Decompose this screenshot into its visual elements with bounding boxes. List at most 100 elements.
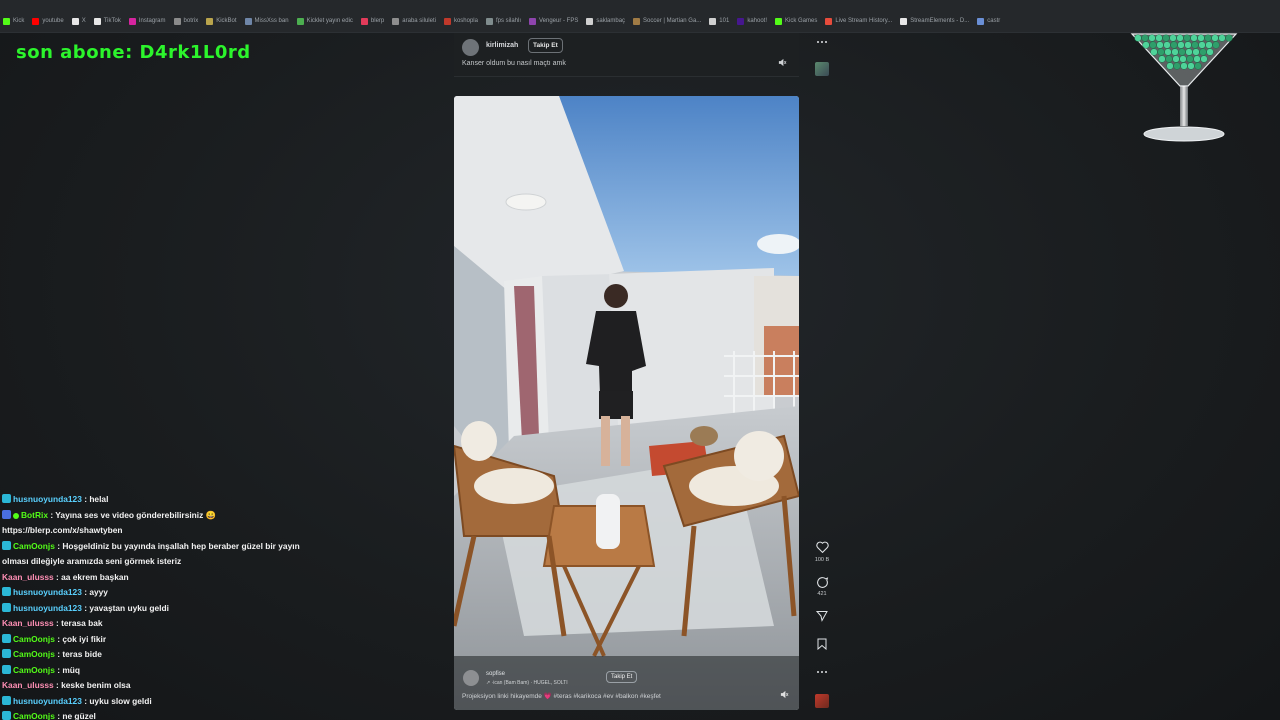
bookmark-favicon-icon xyxy=(709,17,717,25)
chat-text: : Yayına ses ve video gönderebilirsiniz … xyxy=(48,509,217,520)
bookmark-item[interactable]: youtube xyxy=(29,15,68,27)
bookmark-favicon-icon xyxy=(32,17,40,25)
bookmark-item[interactable]: Kicklet yayın edic xyxy=(294,15,358,27)
bookmark-item[interactable]: castr xyxy=(974,15,1005,27)
chat-username[interactable]: CamOonjs xyxy=(13,665,55,675)
chat-username[interactable]: husnuoyunda123 xyxy=(13,587,82,597)
avatar[interactable] xyxy=(462,39,479,56)
chat-username[interactable]: CamOonjs xyxy=(13,541,55,551)
chat-message: CamOonjs : çok iyi fikir xyxy=(2,632,422,648)
bookmark-item[interactable]: Soccer | Martian Ga... xyxy=(630,15,706,27)
user-badge-icon xyxy=(2,602,11,612)
reel-video[interactable]: sopfise ↗ ·ican (Bam Bam) · HUGEL, SOLTI… xyxy=(454,96,799,710)
bookmark-label: araba siluleti xyxy=(402,18,436,24)
audio-thumbnail[interactable] xyxy=(815,694,829,708)
bookmark-item[interactable]: X xyxy=(69,15,91,27)
audio-thumbnail[interactable] xyxy=(815,62,829,76)
chat-username[interactable]: CamOonjs xyxy=(13,711,55,720)
chat-username[interactable]: husnuoyunda123 xyxy=(13,696,82,706)
glass-ball xyxy=(1157,48,1165,56)
bookmark-label: Kick xyxy=(13,18,25,24)
glass-ball xyxy=(1162,34,1170,42)
glass-ball xyxy=(1169,34,1177,42)
bookmark-favicon-icon xyxy=(360,17,368,25)
chat-username[interactable]: CamOonjs xyxy=(13,649,55,659)
glass-ball xyxy=(1183,34,1191,42)
music-info[interactable]: ↗ ·ican (Bam Bam) · HUGEL, SOLTI xyxy=(486,680,568,686)
glass-ball xyxy=(1141,34,1149,42)
bookmark-item[interactable]: koshopla xyxy=(441,15,483,27)
bookmark-label: blerp xyxy=(370,18,385,24)
bookmark-item[interactable]: 101 xyxy=(706,15,734,27)
chat-username[interactable]: husnuoyunda123 xyxy=(13,603,82,613)
mute-icon[interactable] xyxy=(780,690,789,699)
glass-ball xyxy=(1178,48,1186,56)
bookmark-item[interactable]: Instagram xyxy=(126,15,171,27)
chat-username[interactable]: CamOonjs xyxy=(13,634,55,644)
chat-username[interactable]: Kaan_ulusss xyxy=(2,680,54,690)
chat-text: : aa ekrem başkan xyxy=(53,571,129,582)
glass-ball xyxy=(1155,34,1163,42)
mute-icon[interactable] xyxy=(778,58,787,67)
more-options-icon[interactable] xyxy=(814,34,830,50)
glass-ball xyxy=(1193,55,1201,63)
bookmark-favicon-icon xyxy=(244,17,252,25)
glass-ball xyxy=(1187,62,1195,70)
chat-username[interactable]: BotRix xyxy=(21,510,48,520)
previous-post-header: kirlimizah Takip Et Kanser oldum bu nası… xyxy=(454,33,799,77)
comment-icon[interactable] xyxy=(814,574,830,590)
bookmark-favicon-icon xyxy=(296,17,304,25)
chat-text: : müq xyxy=(54,664,81,675)
glass-ball xyxy=(1176,34,1184,42)
bookmark-label: StreamElements - D... xyxy=(910,18,970,24)
bookmark-item[interactable]: MissXss ban xyxy=(242,15,294,27)
bookmark-item[interactable]: Kick xyxy=(0,15,29,27)
bookmark-item[interactable]: kahoot! xyxy=(734,15,772,27)
user-badge-icon xyxy=(2,633,11,643)
share-icon[interactable] xyxy=(814,608,830,624)
bookmark-item[interactable]: blerp xyxy=(358,15,389,27)
bookmark-item[interactable]: TikTok xyxy=(91,15,126,27)
bookmark-item[interactable]: fps silahlı xyxy=(483,15,526,27)
glass-ball xyxy=(1184,41,1192,49)
chat-overlay: husnuoyunda123 : helal BotRix : Yayına se… xyxy=(2,492,422,720)
video-caption: Projeksiyon linki hikayemde 💗 #teras #ka… xyxy=(462,693,661,700)
bookmark-item[interactable]: botrix xyxy=(171,15,204,27)
bookmark-label: fps silahlı xyxy=(495,18,521,24)
like-icon[interactable] xyxy=(814,539,830,555)
bookmark-item[interactable]: KickBot xyxy=(203,15,241,27)
bookmark-item[interactable]: Vengeur - FPS xyxy=(526,15,583,27)
bookmark-item[interactable]: StreamElements - D... xyxy=(897,15,974,27)
glass-ball xyxy=(1172,55,1180,63)
glass-ball xyxy=(1192,48,1200,56)
post-username[interactable]: kirlimizah xyxy=(486,42,518,49)
glass-ball xyxy=(1156,41,1164,49)
like-count: 100 B xyxy=(814,557,830,563)
chat-username[interactable]: Kaan_ulusss xyxy=(2,618,54,628)
bot-badge-icon xyxy=(13,512,19,519)
video-username[interactable]: sopfise xyxy=(486,671,505,677)
save-icon[interactable] xyxy=(814,636,830,652)
more-options-icon[interactable] xyxy=(814,664,830,680)
stream-canvas: Kick youtube X TikTok Instagram botrix KickBot… xyxy=(0,0,1280,720)
bookmark-item[interactable]: araba siluleti xyxy=(389,15,441,27)
glass-ball xyxy=(1190,34,1198,42)
bookmark-favicon-icon xyxy=(737,17,745,25)
follow-button[interactable]: Takip Et xyxy=(606,671,638,683)
last-subscriber-overlay: son abone: D4rk1L0rd xyxy=(16,42,251,63)
chat-message: CamOonjs : ne güzel xyxy=(2,709,422,720)
glass-ball xyxy=(1142,41,1150,49)
avatar[interactable] xyxy=(463,670,479,686)
bookmark-favicon-icon xyxy=(900,17,908,25)
chat-username[interactable]: Kaan_ulusss xyxy=(2,572,54,582)
glass-ball xyxy=(1205,41,1213,49)
bookmark-label: kahoot! xyxy=(747,18,767,24)
chat-text: : çok iyi fikir xyxy=(54,633,107,644)
chat-username[interactable]: husnuoyunda123 xyxy=(13,494,82,504)
glass-ball xyxy=(1218,34,1226,42)
bookmark-item[interactable]: saklambaç xyxy=(583,15,630,27)
bookmark-favicon-icon xyxy=(443,17,451,25)
glass-ball xyxy=(1149,41,1157,49)
bookmark-label: KickBot xyxy=(216,18,237,24)
follow-button[interactable]: Takip Et xyxy=(528,38,563,53)
